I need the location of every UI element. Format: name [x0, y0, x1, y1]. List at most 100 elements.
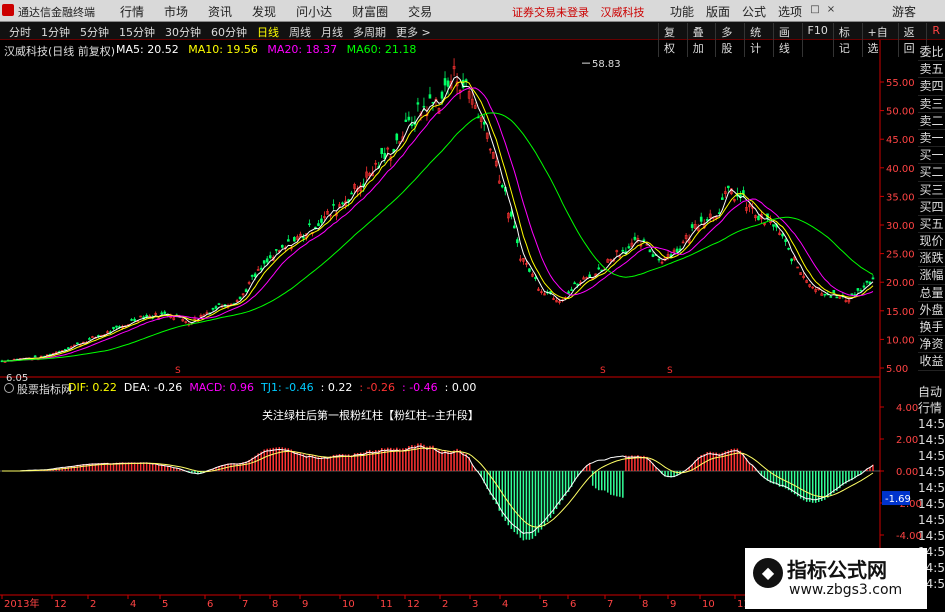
indicator-value-4: : 0.22	[320, 381, 353, 394]
sidebar-item-8[interactable]: 买三	[918, 182, 945, 199]
guest-label[interactable]: 游客	[892, 3, 916, 20]
trade-login-status[interactable]: 证券交易未登录	[512, 6, 589, 19]
candle-body	[784, 239, 787, 242]
sidebar-item-11[interactable]: 现价	[918, 233, 945, 251]
x-tick-label: 6	[207, 599, 213, 609]
candle-body	[341, 202, 344, 205]
menu-item-formula[interactable]: 公式	[736, 3, 772, 20]
candle-body	[720, 197, 724, 200]
candle-body	[534, 277, 537, 279]
tab-period-3[interactable]: 15分钟	[114, 23, 160, 41]
tab-period-6[interactable]: 日线	[252, 23, 284, 41]
sidebar-item-13[interactable]: 涨幅	[918, 267, 945, 285]
x-tick-label: 2	[90, 599, 96, 609]
ind-tick-label: 4.00	[896, 403, 918, 414]
maximize-icon[interactable]: □	[810, 5, 820, 15]
period-tabs: 分时 1分钟 5分钟 15分钟 30分钟 60分钟 日线 周线 月线 多周期 更多 >	[4, 23, 436, 41]
menu-item-ask[interactable]: 问小达	[286, 3, 342, 20]
candle-body	[772, 224, 775, 227]
candle-body	[648, 249, 652, 253]
sidebar-item-12[interactable]: 涨跌	[918, 250, 945, 268]
indicator-value-3: TJ1: -0.46	[260, 381, 314, 394]
sidebar-item-15[interactable]: 外盘	[918, 302, 945, 319]
indicator-values: DIF: 0.22 DEA: -0.26 MACD: 0.96 TJ1: -0.46:…	[68, 381, 483, 394]
menu-item-news[interactable]: 资讯	[198, 3, 242, 20]
tab-period-0[interactable]: 分时	[4, 23, 36, 41]
menu-item-market-list[interactable]: 市场	[154, 3, 198, 20]
indicator-value-1: DEA: -0.26	[123, 381, 183, 394]
sidebar-item-16[interactable]: 换手	[918, 319, 945, 337]
quote-sidebar: 委比 卖五 卖四 卖三 卖二 卖一 买一 买二 买三 买四 买五 现价 涨跌 涨幅 总量 外盘 换手 净资 收益	[918, 44, 945, 371]
tab-period-5[interactable]: 60分钟	[206, 23, 252, 41]
sidebar-item-6[interactable]: 买一	[918, 147, 945, 165]
candle-body	[513, 225, 516, 229]
tab-period-4[interactable]: 30分钟	[160, 23, 206, 41]
candle-body	[440, 91, 444, 99]
login-notice: 证券交易未登录 汉威科技	[512, 4, 653, 20]
indicator-value-0: DIF: 0.22	[68, 381, 117, 394]
x-tick-label: 4	[130, 599, 136, 609]
menu-item-trade[interactable]: 交易	[398, 3, 442, 20]
candle-body	[787, 248, 790, 250]
sidebar-item-14[interactable]: 总量	[918, 285, 945, 302]
candle-body	[657, 258, 661, 261]
chart-area[interactable]: 55.00 50.00 45.00 40.00 35.00 30.00 25.00 20.00…	[0, 40, 945, 610]
sidebar-item-3[interactable]: 卖三	[918, 96, 945, 113]
candle-body	[727, 185, 730, 189]
sidebar-item-4[interactable]: 卖二	[918, 113, 945, 130]
candle-body	[862, 285, 866, 288]
menu-item-market[interactable]: 行情	[110, 3, 154, 20]
watermark-logo-icon: ◆	[753, 558, 783, 588]
sidebar-item-10[interactable]: 买五	[918, 216, 945, 234]
tab-period-8[interactable]: 月线	[316, 23, 348, 41]
x-tick-label: 12	[54, 599, 67, 609]
y-tick-label: 40.00	[886, 164, 915, 175]
candle-body	[160, 312, 164, 315]
menu-item-wealth[interactable]: 财富圈	[342, 3, 398, 20]
ma-value-3: MA60: 21.18	[346, 43, 417, 56]
sidebar-item-5[interactable]: 卖一	[918, 130, 945, 148]
candle-body	[588, 274, 591, 278]
tab-period-7[interactable]: 周线	[284, 23, 316, 41]
x-tick-label: 5	[542, 599, 548, 609]
dea-line	[2, 447, 874, 528]
kline-chart-svg[interactable]: 55.0050.0045.0040.0035.0030.0025.0020.00…	[0, 40, 945, 610]
menu-item-function[interactable]: 功能	[664, 3, 700, 20]
sidebar-item-17[interactable]: 净资	[918, 336, 945, 354]
main-menu: 行情 市场 资讯 发现 问小达 财富圈 交易	[110, 3, 442, 20]
menu-item-discover[interactable]: 发现	[242, 3, 286, 20]
tab-period-1[interactable]: 1分钟	[36, 23, 75, 41]
tab-period-9[interactable]: 多周期	[348, 23, 391, 41]
sidebar-item-9[interactable]: 买四	[918, 199, 945, 216]
sidebar-item-7[interactable]: 买二	[918, 164, 945, 182]
x-tick-label: 9	[670, 599, 676, 609]
candle-body	[211, 308, 215, 310]
sidebar-item-0[interactable]: 委比	[918, 44, 945, 62]
ma-value-2: MA20: 18.37	[267, 43, 341, 56]
indicator-annotation: 关注绿柱后第一根粉红柱【粉红柱--主升段】	[262, 409, 479, 422]
candle-body	[67, 347, 70, 349]
tick-item-9: 14:5	[918, 529, 945, 543]
sidebar-item-2[interactable]: 卖四	[918, 78, 945, 96]
sidebar-item-1[interactable]: 卖五	[918, 61, 945, 79]
x-tick-label: 2	[442, 599, 448, 609]
x-tick-label: 7	[242, 599, 248, 609]
candle-body	[308, 223, 311, 226]
sidebar-item-18[interactable]: 收益	[918, 353, 945, 371]
indicator-value-2: MACD: 0.96	[189, 381, 254, 394]
tab-period-10[interactable]: 更多 >	[391, 23, 436, 41]
x-tick-label: 5	[162, 599, 168, 609]
candle-body	[850, 293, 854, 295]
tab-period-2[interactable]: 5分钟	[75, 23, 114, 41]
tick-item-4: 14:5	[918, 449, 945, 463]
candle-body	[835, 296, 839, 299]
minimize-icon[interactable]: –	[794, 5, 804, 15]
indicator-value-5: : -0.26	[359, 381, 395, 394]
menu-item-layout[interactable]: 版面	[700, 3, 736, 20]
indicator-name[interactable]: 股票指标网	[4, 381, 72, 397]
candle-body	[244, 289, 248, 293]
candle-body	[268, 255, 272, 259]
candle-body	[163, 311, 167, 314]
close-icon[interactable]: ×	[826, 5, 836, 15]
y-tick-label: 30.00	[886, 221, 915, 232]
